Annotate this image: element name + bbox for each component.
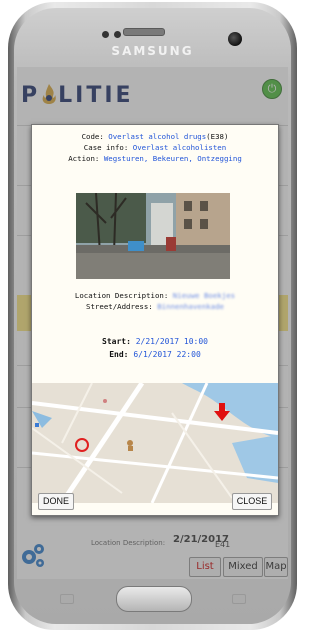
case-value: Overlast alcoholisten — [132, 143, 227, 152]
back-key-icon[interactable] — [232, 594, 246, 604]
app-screen: P LITIE ⏻ Location Description: 2/21/201… — [17, 67, 288, 579]
code-suffix: (E38) — [206, 132, 229, 141]
case-row: Case info: Overlast alcoholisten — [32, 142, 278, 153]
start-value: 2/21/2017 10:00 — [135, 337, 208, 346]
date-block: Start: 2/21/2017 10:00 End: 6/1/2017 22:… — [32, 335, 278, 361]
case-info-block: Code: Overlast alcohol drugs(E38) Case i… — [32, 131, 278, 164]
action-label: Action: — [68, 154, 100, 163]
location-label: Location Description: — [74, 291, 169, 300]
code-row: Code: Overlast alcohol drugs(E38) — [32, 131, 278, 142]
start-row: Start: 2/21/2017 10:00 — [32, 335, 278, 348]
action-value: Wegsturen, Bekeuren, Ontzegging — [103, 154, 242, 163]
end-label: End: — [109, 350, 129, 359]
location-value: Nieuwe Boekjes — [172, 291, 236, 300]
location-row: Location Description: Nieuwe Boekjes — [32, 290, 278, 301]
location-block: Location Description: Nieuwe Boekjes Str… — [32, 290, 278, 312]
detail-dialog: Code: Overlast alcohol drugs(E38) Case i… — [31, 124, 279, 516]
earpiece-speaker — [123, 28, 165, 36]
end-row: End: 6/1/2017 22:00 — [32, 348, 278, 361]
location-map[interactable] — [32, 383, 278, 503]
done-button[interactable]: DONE — [38, 493, 74, 510]
front-sensor-icon — [102, 31, 109, 38]
close-button[interactable]: CLOSE — [232, 493, 272, 510]
street-label: Street/Address: — [86, 302, 153, 311]
action-row: Action: Wegsturen, Bekeuren, Ontzegging — [32, 153, 278, 164]
brand-label: SAMSUNG — [111, 44, 194, 58]
street-value: Binnenhavenkade — [157, 302, 224, 311]
code-label: Code: — [81, 132, 104, 141]
start-label: Start: — [102, 337, 131, 346]
home-button[interactable] — [116, 586, 192, 612]
location-photo — [76, 193, 230, 279]
recent-apps-key-icon[interactable] — [60, 594, 74, 604]
code-value: Overlast alcohol drugs — [108, 132, 207, 141]
street-row: Street/Address: Binnenhavenkade — [32, 301, 278, 312]
end-value: 6/1/2017 22:00 — [133, 350, 201, 359]
proximity-sensor-icon — [114, 31, 121, 38]
case-label: Case info: — [83, 143, 129, 152]
